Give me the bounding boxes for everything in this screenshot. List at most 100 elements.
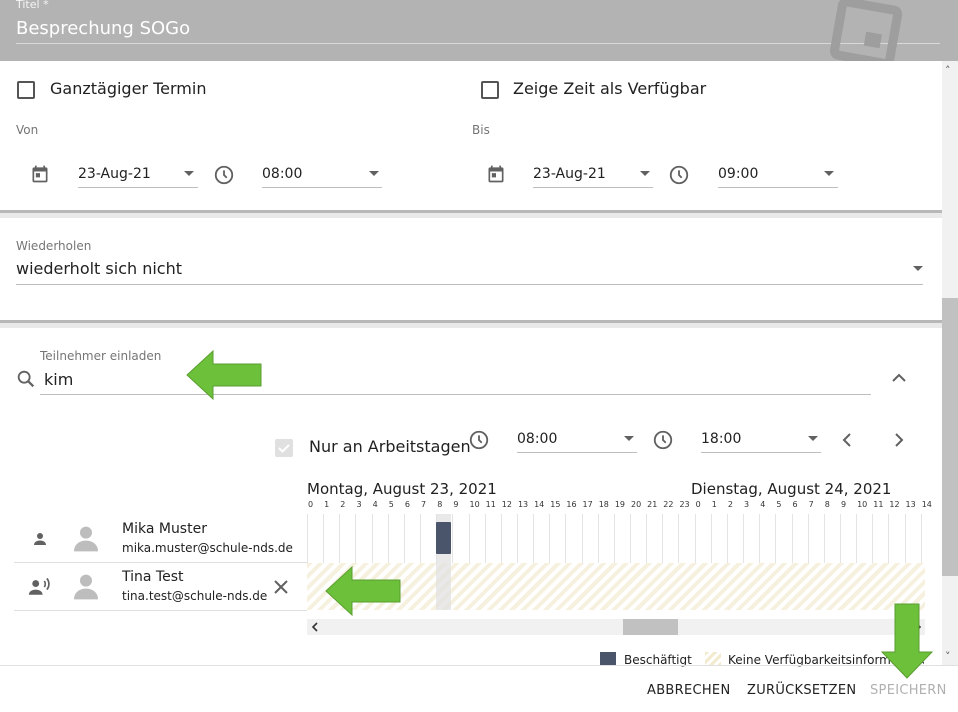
avatar	[74, 526, 98, 552]
scroll-down-icon[interactable]: ˅	[945, 650, 951, 663]
chevron-down-icon[interactable]	[624, 436, 634, 441]
invite-underline	[40, 394, 871, 395]
to-time-underline	[718, 187, 838, 188]
section-divider	[0, 320, 942, 328]
range-start-time[interactable]: 08:00	[517, 431, 557, 447]
hour-label: 14	[534, 500, 545, 509]
chevron-right-icon[interactable]	[892, 432, 906, 448]
row-divider	[14, 562, 307, 563]
hour-label: 4	[760, 500, 766, 509]
clock-icon[interactable]	[652, 429, 674, 451]
day2-header: Dienstag, August 24, 2021	[691, 480, 892, 498]
person-icon[interactable]	[31, 530, 49, 548]
hour-label: 8	[824, 500, 830, 509]
repeat-underline	[16, 284, 923, 285]
from-date-underline	[78, 187, 198, 188]
footer-divider	[0, 665, 958, 666]
speaker-person-icon[interactable]	[28, 577, 52, 597]
from-date-input[interactable]: 23-Aug-21	[78, 166, 151, 182]
title-label: Titel *	[16, 0, 49, 11]
hour-label: 12	[889, 500, 900, 509]
reset-button[interactable]: ZURÜCKSETZEN	[747, 683, 856, 698]
hour-label: 1	[324, 500, 330, 509]
title-input[interactable]: Besprechung SOGo	[16, 18, 190, 39]
hour-label: 15	[550, 500, 561, 509]
chevron-down-icon[interactable]	[913, 266, 923, 271]
hour-label: 6	[792, 500, 798, 509]
hour-label: 11	[873, 500, 884, 509]
busy-block	[436, 522, 451, 554]
hour-label: 10	[469, 500, 480, 509]
clock-icon[interactable]	[668, 164, 690, 186]
chevron-down-icon[interactable]	[824, 171, 834, 176]
calendar-icon[interactable]	[486, 164, 506, 184]
hour-label: 1	[711, 500, 717, 509]
cancel-button[interactable]: ABBRECHEN	[647, 683, 730, 698]
all-day-label: Ganztägiger Termin	[50, 79, 207, 98]
close-icon[interactable]	[272, 578, 290, 596]
hour-label: 14	[921, 500, 932, 509]
hour-label: 17	[582, 500, 593, 509]
title-underline	[16, 43, 940, 44]
horizontal-scrollbar-thumb[interactable]	[623, 619, 678, 635]
show-free-label: Zeige Zeit als Verfügbar	[513, 79, 707, 98]
chevron-up-icon[interactable]	[890, 371, 908, 385]
hour-label: 2	[727, 500, 733, 509]
all-day-checkbox[interactable]	[17, 81, 35, 99]
workdays-checkbox[interactable]	[275, 439, 293, 457]
hour-label: 13	[517, 500, 529, 509]
repeat-select[interactable]: wiederholt sich nicht	[16, 259, 182, 278]
horizontal-scrollbar[interactable]	[307, 619, 925, 635]
legend-busy-swatch	[600, 652, 616, 666]
chevron-down-icon[interactable]	[184, 171, 194, 176]
hour-label: 0	[308, 500, 314, 509]
annotation-arrow-icon	[325, 565, 401, 617]
hour-label: 16	[566, 500, 577, 509]
hour-label: 22	[663, 500, 674, 509]
hour-label: 5	[388, 500, 394, 509]
to-date-input[interactable]: 23-Aug-21	[533, 166, 606, 182]
hour-label: 4	[372, 500, 378, 509]
hour-label: 7	[808, 500, 814, 509]
hour-label: 5	[776, 500, 782, 509]
hour-label: 0	[695, 500, 701, 509]
invite-input[interactable]: kim	[44, 370, 73, 389]
annotation-arrow-icon	[880, 603, 934, 679]
vertical-scrollbar-thumb[interactable]	[942, 298, 958, 576]
hour-label: 8	[437, 500, 443, 509]
hour-label: 18	[598, 500, 609, 509]
repeat-label: Wiederholen	[16, 239, 92, 253]
hour-label: 19	[614, 500, 626, 509]
hour-label: 7	[421, 500, 427, 509]
attendee-email: tina.test@schule-nds.de	[122, 589, 268, 603]
from-label: Von	[16, 123, 39, 137]
calendar-icon[interactable]	[30, 164, 50, 184]
hour-label: 10	[857, 500, 868, 509]
legend-no-info-swatch	[705, 652, 721, 666]
section-divider	[0, 210, 942, 218]
avatar	[74, 574, 98, 600]
hour-label: 13	[905, 500, 916, 509]
scroll-left-icon[interactable]	[310, 622, 320, 632]
calendar-icon	[829, 0, 903, 61]
hour-label: 9	[453, 500, 459, 509]
clock-icon[interactable]	[468, 429, 490, 451]
to-label: Bis	[472, 123, 490, 137]
range-end-time[interactable]: 18:00	[701, 431, 741, 447]
chevron-down-icon[interactable]	[369, 171, 379, 176]
show-free-checkbox[interactable]	[481, 81, 499, 99]
range-end-underline	[701, 452, 821, 453]
chevron-down-icon[interactable]	[808, 436, 818, 441]
save-button[interactable]: SPEICHERN	[870, 683, 947, 698]
from-time-input[interactable]: 08:00	[262, 166, 302, 182]
scroll-up-icon[interactable]: ˄	[945, 64, 951, 77]
hour-label: 3	[744, 500, 750, 509]
annotation-arrow-icon	[186, 349, 262, 401]
clock-icon[interactable]	[213, 164, 235, 186]
chevron-down-icon[interactable]	[640, 171, 650, 176]
to-time-input[interactable]: 09:00	[718, 166, 758, 182]
chevron-left-icon[interactable]	[840, 432, 854, 448]
attendee-name: Tina Test	[122, 569, 184, 585]
attendee-name: Mika Muster	[122, 521, 207, 537]
hour-label: 11	[485, 500, 496, 509]
